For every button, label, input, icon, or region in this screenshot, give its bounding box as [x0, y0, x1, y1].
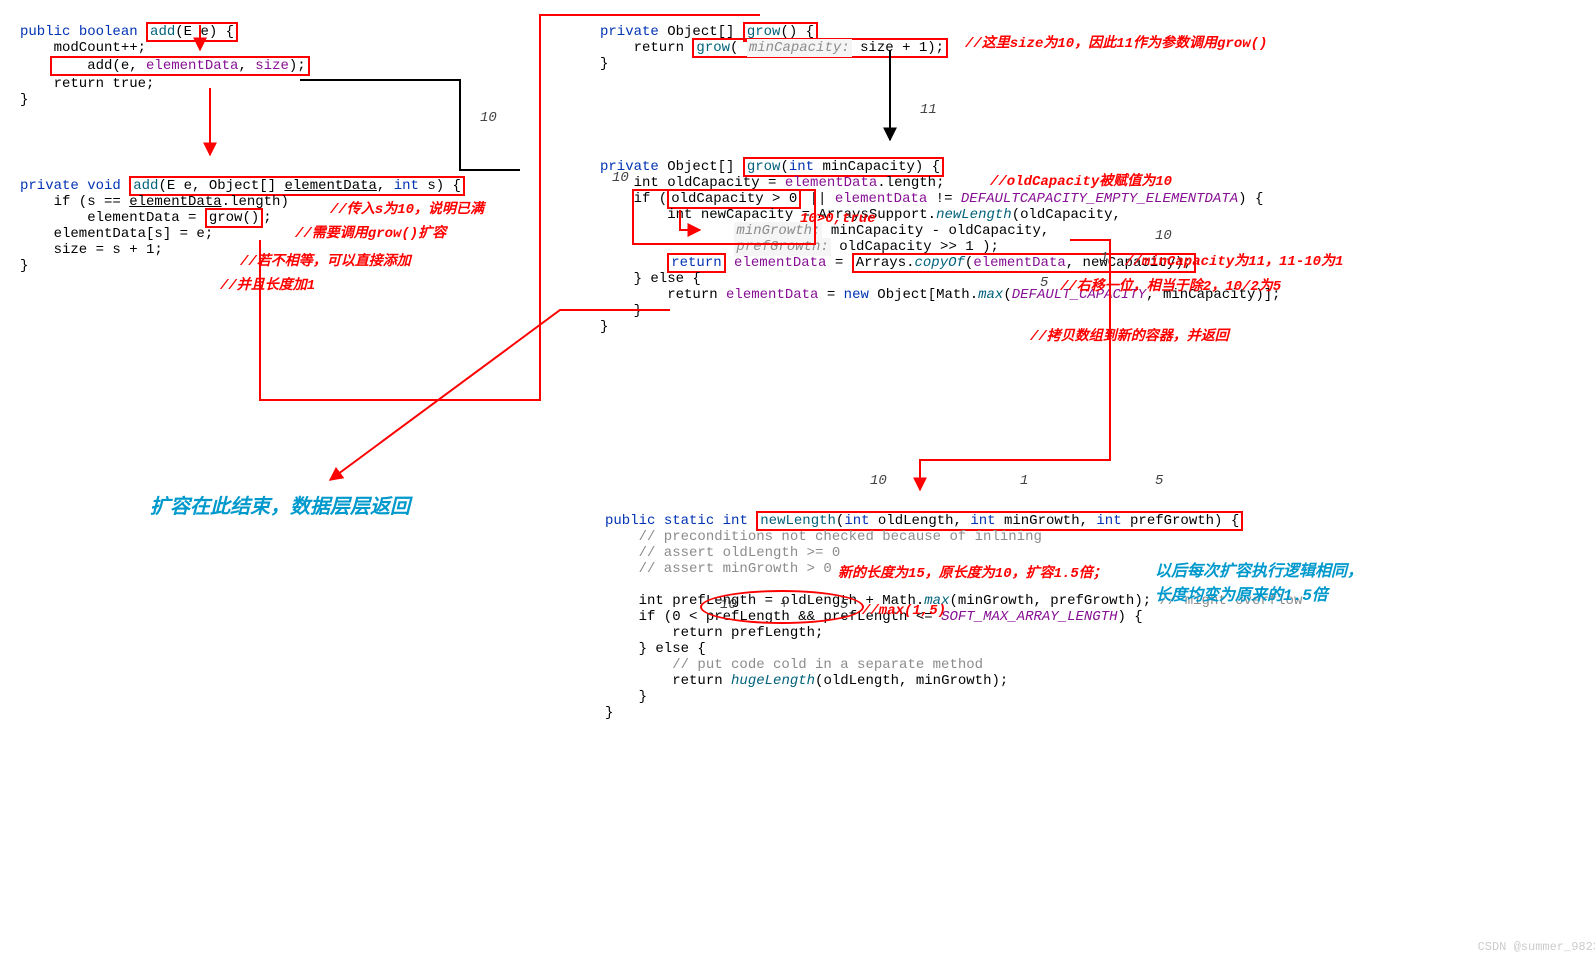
ann-a12: //max(1,5) [862, 603, 946, 619]
ann-a9: //右移一位，相当于除2，10/2为5 [1060, 275, 1281, 295]
ann-a6: //oldCapacity被赋值为10 [990, 170, 1172, 190]
num-11-a: 11 [920, 102, 937, 118]
ann-a3: //若不相等，可以直接添加 [240, 250, 411, 270]
code-block-grow-noarg: private Object[] grow() { return grow( m… [600, 8, 948, 72]
num-5-a: 5 [1040, 275, 1048, 291]
num-10-b: 10 [612, 170, 629, 186]
ann-b2: 以后每次扩容执行逻辑相同， 长度均变为原来的1.5倍 [1155, 557, 1363, 605]
num-5-b: 5 [1155, 473, 1163, 489]
ann-b1: 扩容在此结束，数据层层返回 [150, 490, 410, 520]
ann-a8: //minCapacity为11，11-10为1 [1125, 250, 1343, 270]
box-if-condition [632, 189, 816, 245]
arrows-layer [0, 0, 1595, 942]
num-10-a: 10 [480, 110, 497, 126]
ann-a10: //拷贝数组到新的容器，并返回 [1030, 325, 1229, 345]
num-1-b: 1 [1020, 473, 1028, 489]
code-block-add-public: public boolean add(E e) { modCount++; ad… [20, 8, 310, 108]
ellipse-1015 [700, 590, 864, 624]
num-10-c: 10 [1155, 228, 1172, 244]
ann-a1: //传入s为10，说明已满 [330, 198, 484, 218]
num-1-a: 1 [1100, 250, 1108, 266]
ann-a11: 新的长度为15，原长度为10，扩容1.5倍； [838, 562, 1107, 582]
ann-a2: //需要调用grow()扩容 [295, 222, 446, 242]
num-10-d: 10 [870, 473, 887, 489]
watermark: CSDN @summer_9823 [1478, 940, 1595, 954]
ann-a5: //这里size为10，因此11作为参数调用grow() [965, 32, 1267, 52]
ann-a4: //并且长度加1 [220, 274, 315, 294]
